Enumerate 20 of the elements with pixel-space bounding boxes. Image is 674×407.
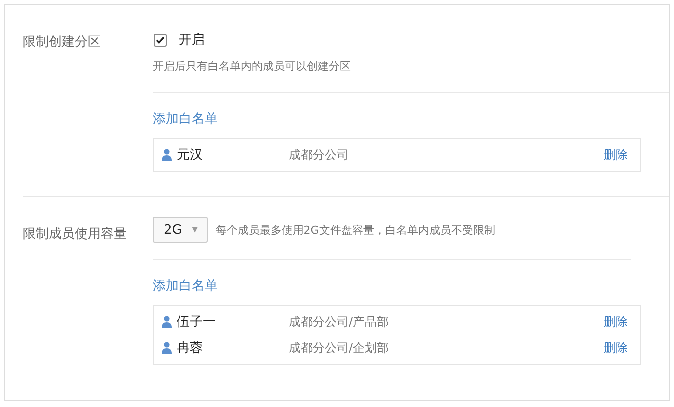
member-department: 成都分公司/企划部 [289, 340, 390, 356]
checkbox[interactable] [154, 34, 167, 46]
person-icon [162, 316, 172, 328]
delete-link[interactable]: 删除 [604, 340, 628, 356]
member-name: 伍子一 [177, 314, 217, 331]
add-whitelist-link[interactable]: 添加白名单 [153, 277, 218, 295]
delete-link[interactable]: 删除 [604, 314, 628, 330]
member-department: 成都分公司/产品部 [289, 314, 390, 330]
setting-label: 限制成员使用容量 [23, 226, 128, 244]
setting-label: 限制创建分区 [23, 34, 102, 52]
person-icon [162, 342, 172, 354]
add-whitelist-link[interactable]: 添加白名单 [153, 110, 218, 128]
member-name: 元汉 [177, 147, 204, 164]
hint-text: 每个成员最多使用2G文件盘容量，白名单内成员不受限制 [216, 222, 496, 238]
member-department: 成都分公司 [289, 146, 350, 164]
hint-text: 开启后只有白名单内的成员可以创建分区 [153, 59, 352, 74]
checkbox-label: 开启 [179, 32, 205, 49]
person-icon [162, 149, 172, 161]
member-name: 冉蓉 [177, 340, 204, 357]
delete-link[interactable]: 删除 [604, 146, 628, 164]
